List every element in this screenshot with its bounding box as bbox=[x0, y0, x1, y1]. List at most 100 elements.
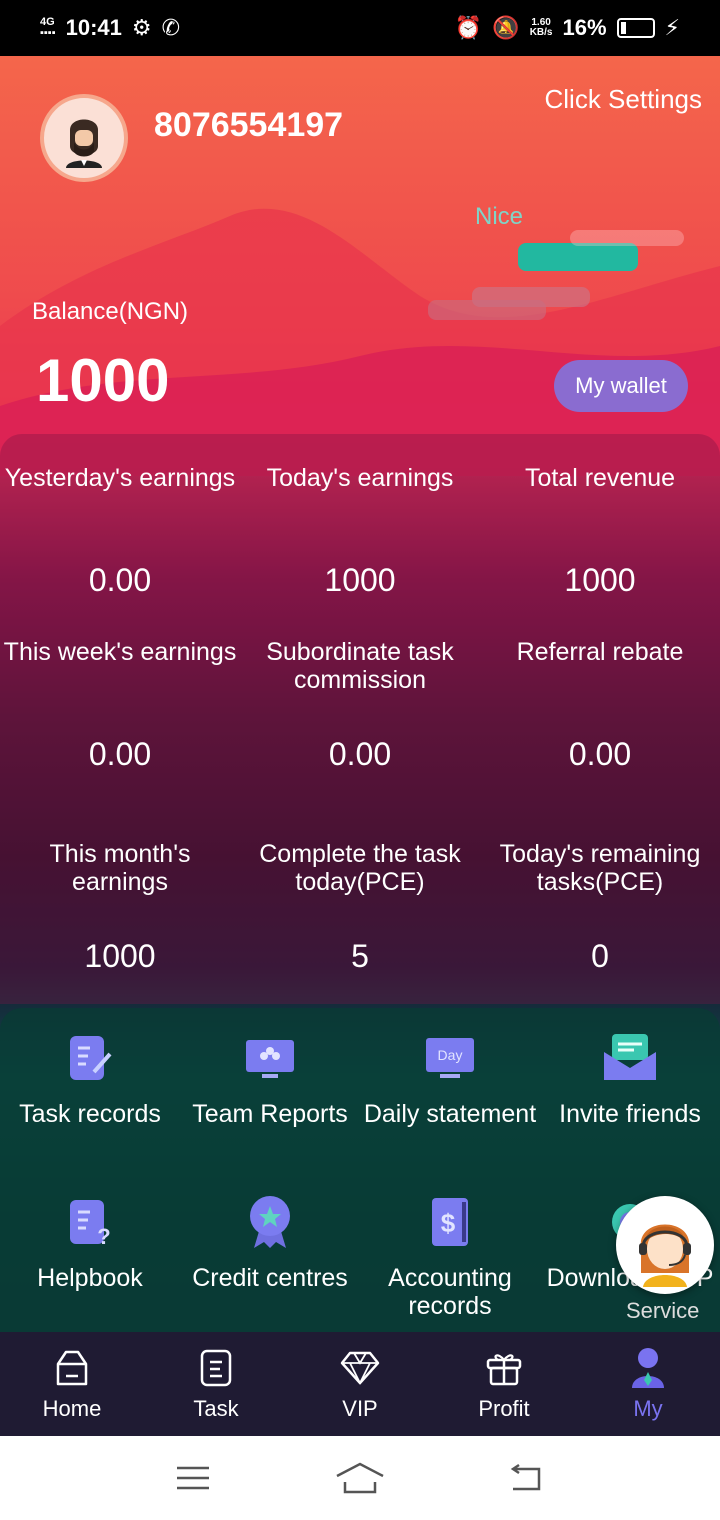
battery-icon bbox=[616, 18, 655, 38]
stat-today-earnings: Today's earnings 1000 bbox=[240, 464, 480, 598]
settings-link[interactable]: Click Settings bbox=[545, 84, 703, 115]
stat-subordinate-commission: Subordinate task commission 0.00 bbox=[240, 638, 480, 772]
invite-friends-icon bbox=[600, 1028, 660, 1088]
profile-header: 8076554197 Click Settings Nice Balance(N… bbox=[0, 56, 720, 436]
battery-percent: 16% bbox=[562, 15, 607, 40]
gift-icon bbox=[482, 1346, 526, 1390]
app-screen: 8076554197 Click Settings Nice Balance(N… bbox=[0, 56, 720, 1436]
stat-remaining-tasks: Today's remaining tasks(PCE) 0 bbox=[480, 840, 720, 974]
task-icon bbox=[194, 1346, 238, 1390]
tab-profit[interactable]: Profit bbox=[432, 1332, 576, 1436]
menu-label: Task records bbox=[19, 1100, 161, 1128]
tab-label: My bbox=[633, 1396, 663, 1421]
network-speed: 1.60 KB/s bbox=[530, 18, 553, 38]
menu-item-team-reports[interactable]: Team Reports bbox=[180, 1028, 360, 1128]
task-records-icon bbox=[60, 1028, 120, 1088]
stat-value: 0.00 bbox=[568, 736, 632, 772]
team-reports-icon bbox=[240, 1028, 300, 1088]
customer-service-button[interactable] bbox=[616, 1196, 714, 1294]
tab-label: Task bbox=[193, 1396, 239, 1421]
svg-text:?: ? bbox=[97, 1224, 110, 1248]
stat-label: This week's earnings bbox=[3, 638, 237, 666]
menu-label: Credit centres bbox=[192, 1264, 348, 1292]
menu-label: Daily statement bbox=[363, 1100, 537, 1128]
stat-value: 0.00 bbox=[88, 736, 152, 772]
speed-unit: KB/s bbox=[529, 27, 553, 38]
signal-icon: 4G ▪▪▪▪ bbox=[40, 16, 56, 39]
gear-icon: ⚙ bbox=[131, 15, 152, 40]
balance-label: Balance(NGN) bbox=[32, 298, 189, 325]
stat-value: 0.00 bbox=[88, 562, 152, 598]
menu-label: Helpbook bbox=[37, 1264, 143, 1292]
menu-label: Accounting records bbox=[388, 1264, 512, 1320]
whatsapp-icon: ✆ bbox=[161, 15, 181, 40]
stat-label: This month's earnings bbox=[49, 840, 191, 896]
avatar[interactable] bbox=[40, 94, 128, 182]
stat-label: Subordinate task commission bbox=[266, 638, 454, 694]
home-nav-icon[interactable] bbox=[330, 1458, 390, 1498]
balance-value: 1000 bbox=[36, 347, 170, 414]
nice-label: Nice bbox=[475, 203, 524, 230]
tab-task[interactable]: Task bbox=[144, 1332, 288, 1436]
level-bar bbox=[518, 243, 638, 271]
day-badge: Day bbox=[438, 1047, 463, 1063]
menu-item-helpbook[interactable]: ? Helpbook bbox=[0, 1192, 180, 1292]
menu-item-daily-statement[interactable]: Day Daily statement bbox=[360, 1028, 540, 1128]
stat-week-earnings: This week's earnings 0.00 bbox=[0, 638, 240, 772]
stat-label: Total revenue bbox=[524, 464, 676, 492]
menu-label: Invite friends bbox=[559, 1100, 701, 1128]
stat-label: Today's earnings bbox=[266, 464, 454, 492]
stat-total-revenue: Total revenue 1000 bbox=[480, 464, 720, 598]
stat-label: Complete the task today(PCE) bbox=[259, 840, 461, 896]
tab-label: Home bbox=[42, 1396, 102, 1421]
back-icon[interactable] bbox=[497, 1458, 557, 1498]
menu-icon[interactable] bbox=[163, 1458, 223, 1498]
daily-statement-icon: Day bbox=[420, 1028, 480, 1088]
svg-text:$: $ bbox=[441, 1208, 456, 1238]
alarm-icon: ⏰ bbox=[454, 15, 483, 40]
stat-value: 1000 bbox=[564, 562, 636, 598]
menu-item-task-records[interactable]: Task records bbox=[0, 1028, 180, 1128]
charging-icon: ⚡ bbox=[664, 15, 680, 40]
user-avatar-icon bbox=[66, 119, 102, 168]
bottom-tab-bar: Home Task VIP Profit My bbox=[0, 1332, 720, 1436]
stat-value: 1000 bbox=[84, 938, 156, 974]
stat-value: 5 bbox=[351, 938, 369, 974]
home-icon bbox=[50, 1346, 94, 1390]
helpbook-icon: ? bbox=[60, 1192, 120, 1252]
tab-label: VIP bbox=[342, 1396, 378, 1421]
mute-icon: 🔕 bbox=[492, 15, 520, 40]
status-bar: 4G ▪▪▪▪ 10:41 ⚙ ✆ ⏰ 🔕 1.60 KB/s 16% ⚡ bbox=[0, 0, 720, 56]
user-icon bbox=[626, 1346, 670, 1390]
stat-referral-rebate: Referral rebate 0.00 bbox=[480, 638, 720, 772]
feature-menu: Task records Team Reports Day Daily stat… bbox=[0, 1008, 720, 1338]
tab-label: Profit bbox=[478, 1396, 530, 1421]
stat-label: Yesterday's earnings bbox=[4, 464, 236, 492]
stat-value: 0.00 bbox=[328, 736, 392, 772]
system-nav-bar bbox=[0, 1436, 720, 1520]
diamond-icon bbox=[338, 1346, 382, 1390]
accounting-records-icon: $ bbox=[420, 1192, 480, 1252]
stat-label: Referral rebate bbox=[516, 638, 684, 666]
stat-value: 1000 bbox=[324, 562, 396, 598]
tab-my[interactable]: My bbox=[576, 1332, 720, 1436]
tab-vip[interactable]: VIP bbox=[288, 1332, 432, 1436]
tab-home[interactable]: Home bbox=[0, 1332, 144, 1436]
decor-bar bbox=[570, 230, 684, 246]
earnings-stats: Yesterday's earnings 0.00 Today's earnin… bbox=[0, 434, 720, 1004]
service-label: Service bbox=[626, 1298, 700, 1323]
user-phone: 8076554197 bbox=[154, 106, 344, 144]
menu-item-credit-centres[interactable]: Credit centres bbox=[180, 1192, 360, 1292]
menu-item-accounting-records[interactable]: $ Accounting records bbox=[360, 1192, 540, 1320]
clock: 10:41 bbox=[65, 15, 122, 40]
stat-value: 0 bbox=[591, 938, 609, 974]
stat-label: Today's remaining tasks(PCE) bbox=[499, 840, 701, 896]
customer-service-icon bbox=[639, 1224, 691, 1287]
menu-label: Team Reports bbox=[192, 1100, 348, 1128]
stat-yesterday-earnings: Yesterday's earnings 0.00 bbox=[0, 464, 240, 598]
menu-item-invite-friends[interactable]: Invite friends bbox=[540, 1028, 720, 1128]
my-wallet-button[interactable]: My wallet bbox=[554, 360, 688, 412]
decor-bar bbox=[428, 300, 546, 320]
stat-month-earnings: This month's earnings 1000 bbox=[0, 840, 240, 974]
stat-completed-tasks: Complete the task today(PCE) 5 bbox=[240, 840, 480, 974]
